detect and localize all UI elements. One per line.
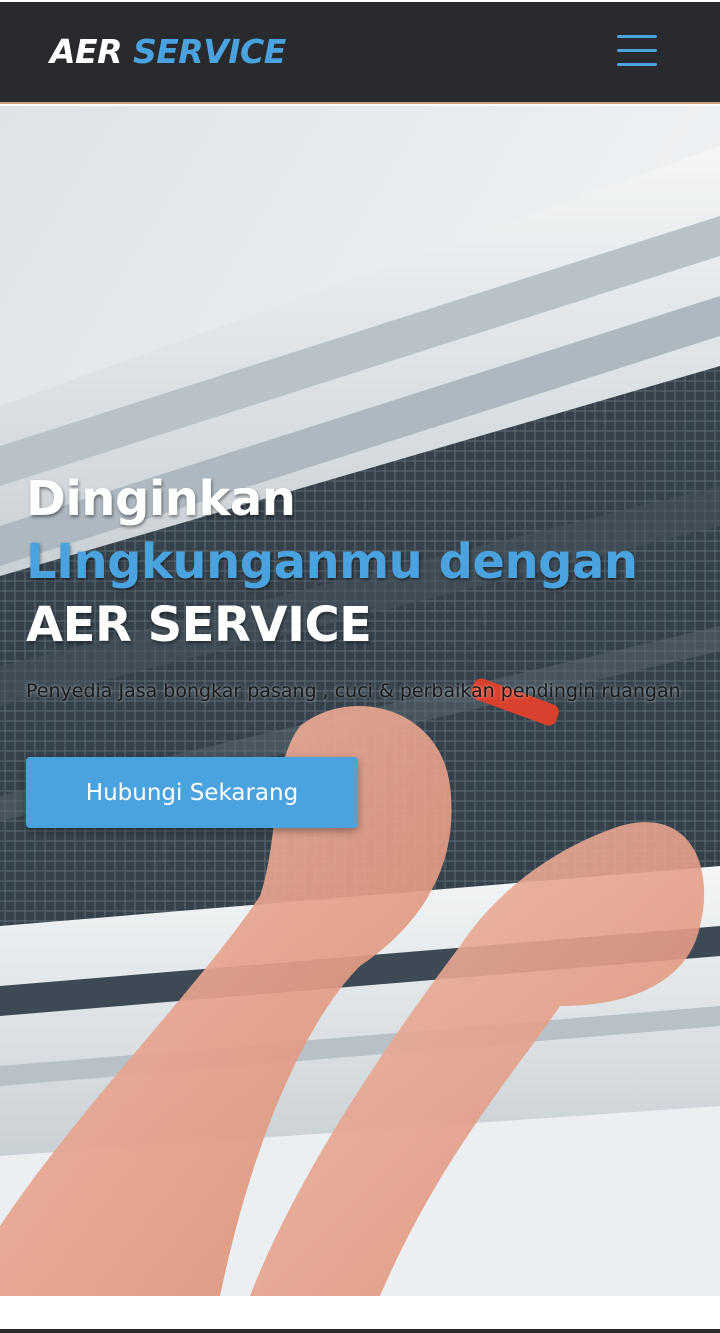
bottom-edge-bar [0, 1329, 720, 1333]
navbar: AER SERVICE [0, 2, 720, 104]
hero-headline: Dinginkan LIngkunganmu dengan AER SERVIC… [26, 468, 716, 657]
headline-line-1: Dinginkan [26, 471, 296, 527]
hamburger-line [617, 35, 657, 38]
brand-text-service: SERVICE [133, 32, 286, 71]
brand-logo[interactable]: AER SERVICE [50, 32, 286, 72]
hero-section: Dinginkan LIngkunganmu dengan AER SERVIC… [0, 106, 720, 1296]
contact-now-button[interactable]: Hubungi Sekarang [26, 757, 358, 828]
hero-tagline: Penyedia Jasa bongkar pasang , cuci & pe… [26, 680, 681, 702]
headline-line-2: LIngkunganmu dengan [26, 534, 638, 590]
brand-text-aer: AER [50, 32, 123, 71]
hamburger-menu-icon[interactable] [614, 32, 660, 70]
hamburger-line [617, 49, 657, 52]
headline-line-3: AER SERVICE [26, 597, 372, 653]
hamburger-line [617, 63, 657, 66]
page-bottom-spacer [0, 1296, 720, 1329]
